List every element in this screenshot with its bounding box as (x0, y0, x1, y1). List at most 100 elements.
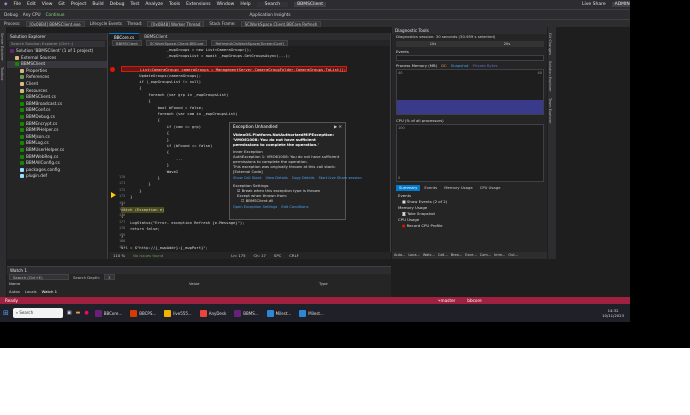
memory-graph-label[interactable]: Process Memory (MB) (396, 63, 437, 68)
taskbar-app[interactable]: Milest... (265, 307, 294, 319)
taskbar-app[interactable]: BBCore... (93, 307, 125, 319)
repo-name[interactable]: bbcore (467, 298, 481, 303)
menu-tools[interactable]: Tools (169, 2, 180, 7)
solution-tree-item[interactable]: Client (7, 81, 107, 88)
debug-window-tab[interactable]: Watc... (423, 252, 435, 259)
live-share-link[interactable]: Start Live Share session (319, 176, 362, 181)
edit-conditions-link[interactable]: Edit Conditions (281, 205, 308, 210)
solution-tree-item[interactable]: packages.config (7, 167, 107, 174)
cpu-graph-label[interactable]: CPU (% of all processors) (396, 118, 444, 123)
debug-window-tab[interactable]: Exce... (465, 252, 477, 259)
tab-summary[interactable]: Summary (396, 185, 421, 191)
solution-tree-item[interactable]: References (7, 74, 107, 81)
module-checkbox[interactable]: ☐ BBMSClient.dll (237, 198, 342, 203)
menu-extensions[interactable]: Extensions (186, 2, 210, 7)
debug-window-tab[interactable]: Out... (508, 252, 518, 259)
tab-bbmsclient[interactable]: BBMSClient (139, 33, 172, 40)
toolbar-debug[interactable]: Debug (4, 12, 18, 17)
solution-tree-item[interactable]: BBMDebug.cs (7, 114, 107, 121)
server-explorer-tab[interactable]: Server Explorer (0, 33, 4, 61)
solution-tree-item[interactable]: Solution 'BBMSClient' (1 of 1 project) (7, 48, 107, 55)
vs-logo-icon[interactable]: ◆ (4, 2, 7, 7)
tab-watch1[interactable]: Watch 1 (42, 289, 57, 295)
thread-dropdown[interactable]: [0x0B48] Worker Thread (147, 20, 205, 27)
watch-col-type[interactable]: Type (319, 281, 328, 287)
menu-edit[interactable]: Edit (27, 2, 36, 7)
zoom-level[interactable]: 110 % (113, 253, 125, 258)
debug-window-tab[interactable]: Loca... (408, 252, 419, 259)
solution-tree-item[interactable]: BBMJson.cs (7, 134, 107, 141)
file-explorer-icon[interactable]: ▬ (76, 310, 81, 316)
record-cpu-button[interactable]: ● Record CPU Profile (398, 223, 447, 229)
cpu-graph[interactable]: 100 0 (396, 124, 544, 182)
view-details-link[interactable]: View Details (266, 176, 288, 181)
solution-tree-item[interactable]: BBMConf.cs (7, 107, 107, 114)
search-depth-dropdown[interactable]: 3 (104, 274, 115, 280)
menu-analyze[interactable]: Analyze (145, 2, 163, 7)
events-graph[interactable] (396, 55, 544, 61)
no-issues-status[interactable]: No issues found (133, 253, 163, 258)
tab-locals[interactable]: Locals (25, 289, 37, 295)
toolbar-any-cpu[interactable]: Any CPU (23, 12, 41, 17)
toolbar-application-insights[interactable]: Application Insights (249, 12, 290, 17)
taskbar-search-input[interactable]: ⌕ Search (12, 308, 63, 318)
windows-start-icon[interactable]: ⊞ (3, 309, 9, 317)
solution-tree-item[interactable]: BBMUserHelper.cs (7, 147, 107, 154)
menu-view[interactable]: View (42, 2, 53, 7)
editor-gutter[interactable] (109, 46, 118, 246)
tab-events[interactable]: Events (421, 185, 440, 191)
memory-graph[interactable]: 40 40 (396, 69, 544, 115)
task-view-icon[interactable]: ▣ (67, 310, 72, 316)
solution-search-input[interactable]: Search Solution Explorer (Ctrl+;) (9, 41, 105, 47)
solution-tree-item[interactable]: Resources (7, 88, 107, 95)
tab-autos[interactable]: Autos (9, 289, 20, 295)
process-dropdown[interactable]: [0x08B4] BBMSClient.exe (25, 20, 85, 27)
watch-search-input[interactable]: Search (Ctrl+E) (9, 274, 69, 280)
menu-debug[interactable]: Debug (110, 2, 125, 7)
team-explorer-tab[interactable]: Team Explorer (548, 98, 552, 124)
tab-cpu-usage[interactable]: CPU Usage (477, 185, 504, 191)
show-call-stack-link[interactable]: Show Call Stack (233, 176, 262, 181)
lifecycle-events-button[interactable]: Lifecycle Events (90, 21, 122, 26)
menu-test[interactable]: Test (130, 2, 139, 7)
taskbar-app[interactable]: BBMS... (232, 307, 260, 319)
stackframe-dropdown[interactable]: SCWorkSpace.Client.BBCore.Refresh (240, 20, 322, 27)
debug-window-tab[interactable]: Auto... (394, 252, 405, 259)
menu-git[interactable]: Git (58, 2, 65, 7)
menu-help[interactable]: Help (240, 2, 250, 7)
taskbar-app[interactable]: BBCPS... (128, 307, 158, 319)
timeline-ruler[interactable]: 10s 20s (396, 41, 544, 47)
events-graph-label[interactable]: Events (396, 49, 409, 54)
firefox-icon[interactable]: ● (84, 310, 88, 316)
solution-tree-item[interactable]: BBMSClient.cs (7, 94, 107, 101)
solution-tree-item[interactable]: External Sources (7, 55, 107, 62)
menu-window[interactable]: Window (217, 2, 235, 7)
live-share-button[interactable]: Live Share (582, 2, 606, 7)
git-branch[interactable]: master (441, 298, 456, 303)
menu-project[interactable]: Project (71, 2, 86, 7)
menu-build[interactable]: Build (92, 2, 103, 7)
tab-memory-usage[interactable]: Memory Usage (441, 185, 475, 191)
solution-tree-item[interactable]: BBMEncrypt.cs (7, 121, 107, 128)
menu-file[interactable]: File (13, 2, 21, 7)
breakpoint-icon[interactable] (110, 67, 115, 72)
watch-col-value[interactable]: Value (189, 281, 319, 287)
solution-tree-item[interactable]: BBMLog.cs (7, 140, 107, 147)
solution-tree-item[interactable]: plugin.def (7, 173, 107, 180)
toolbar-continue[interactable]: Continue (46, 12, 65, 17)
exception-close-icon[interactable]: ▶ ✕ (334, 123, 342, 130)
open-exception-settings-link[interactable]: Open Exception Settings (233, 205, 277, 210)
solution-explorer-side-tab[interactable]: Solution Explorer (548, 61, 552, 92)
tab-bbcore[interactable]: BBCore.cs (109, 33, 140, 40)
debug-window-tab[interactable]: Com... (480, 252, 491, 259)
solution-tree-item[interactable]: BBMIPHelper.cs (7, 127, 107, 134)
taskbar-clock[interactable]: 14:32 10/11/2023 (602, 308, 624, 318)
member-nav-dropdown[interactable]: RefreshAClsWorkSpace(ScreenConf) (211, 40, 288, 46)
taskbar-app[interactable]: Milest... (297, 307, 326, 319)
solution-tree-item[interactable]: BBMSClient (7, 61, 107, 68)
debug-window-tab[interactable]: Imm... (494, 252, 505, 259)
external-code-frame[interactable]: [External Code] (233, 169, 342, 174)
solution-tree-item[interactable]: BBMWebReq.cs (7, 154, 107, 161)
type-nav-dropdown[interactable]: SCWorkSpace.Client.BBCore (145, 40, 208, 46)
taskbar-app[interactable]: AnyDesk (198, 307, 229, 319)
